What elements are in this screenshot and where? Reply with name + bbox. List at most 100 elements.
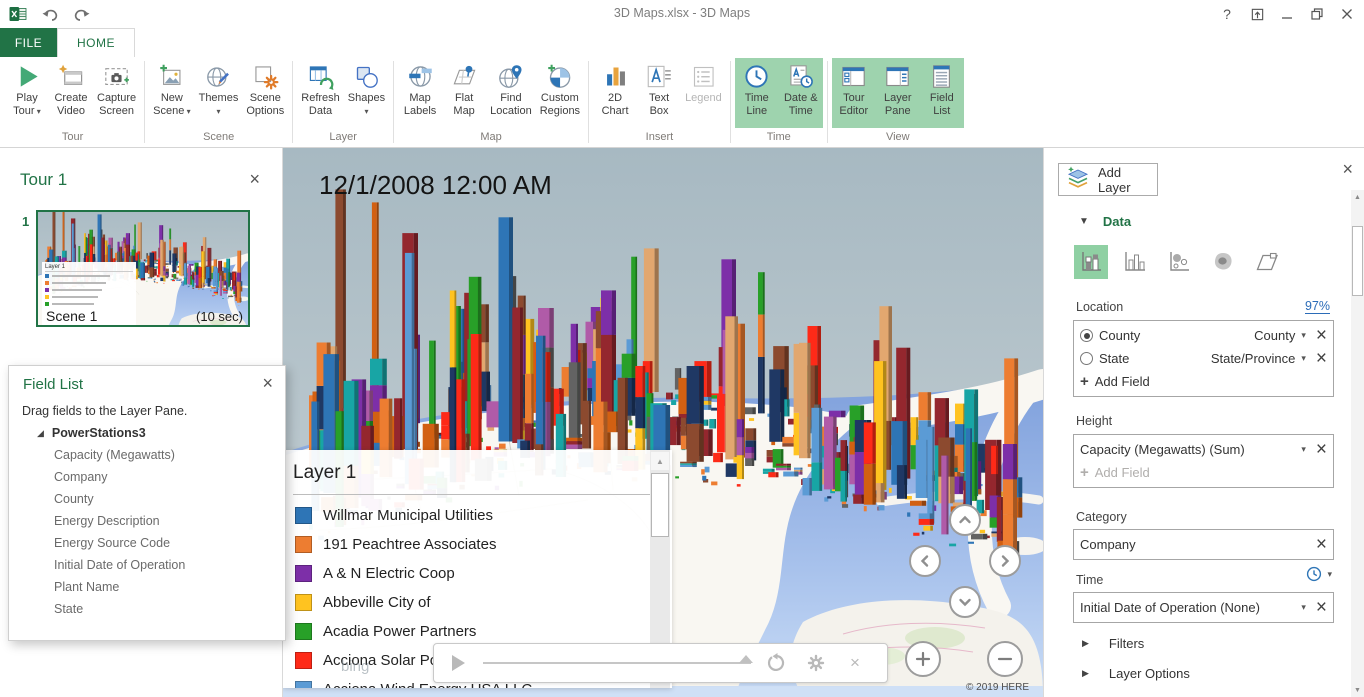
2d-chart-button[interactable]: 2D Chart (593, 58, 637, 128)
dropdown-caret-icon[interactable]: ▾ (184, 107, 191, 116)
zoom-in-button[interactable] (905, 641, 941, 677)
tour-editor-button[interactable]: Tour Editor (831, 58, 876, 128)
shapes-button[interactable]: Shapes ▾ (344, 58, 389, 128)
dropdown-caret-icon[interactable]: ▾ (1301, 602, 1306, 613)
field-item[interactable]: Energy Source Code (54, 536, 185, 558)
layer-options-section[interactable]: ▶ Layer Options (1082, 666, 1190, 681)
field-item[interactable]: Company (54, 470, 185, 492)
field-list-close-icon[interactable]: × (262, 374, 273, 392)
geocoding-percent-link[interactable]: 97% (1304, 299, 1330, 314)
flat-map-button[interactable]: Flat Map (442, 58, 486, 128)
help-icon[interactable]: ? (1216, 4, 1238, 24)
field-item[interactable]: State (54, 602, 185, 624)
new-scene-button[interactable]: New Scene ▾ (149, 58, 194, 128)
remove-field-icon[interactable]: × (1316, 326, 1327, 345)
titlebar: 3D Maps.xlsx - 3D Maps ? (0, 0, 1364, 28)
viz-type-bubble-button[interactable] (1162, 245, 1196, 279)
radio-selected-icon[interactable] (1080, 329, 1093, 342)
time-settings-control[interactable]: ▾ (1306, 566, 1332, 582)
location-add-field[interactable]: + Add Field (1080, 370, 1327, 393)
loop-icon[interactable] (764, 650, 790, 676)
filters-section[interactable]: ▶ Filters (1082, 636, 1144, 651)
text-box-button[interactable]: Text Box (637, 58, 681, 128)
time-line-button[interactable]: Time Line (734, 58, 779, 128)
field-list-panel[interactable]: Field List × Drag fields to the Layer Pa… (8, 365, 286, 641)
pan-up-button[interactable] (949, 504, 981, 536)
dropdown-caret-icon[interactable]: ▾ (1301, 353, 1306, 364)
layer-pane-button[interactable]: Layer Pane (875, 58, 920, 128)
scroll-thumb[interactable] (1352, 226, 1363, 296)
map-viewport[interactable]: 12/1/2008 12:00 AM bing © 2019 HERE Laye… (283, 148, 1043, 697)
viz-type-stacked-column-button[interactable] (1074, 245, 1108, 279)
location-dropdown-value[interactable]: State/Province (1211, 351, 1296, 366)
ribbon-display-options-icon[interactable] (1246, 4, 1268, 24)
category-field-row[interactable]: Company × (1080, 533, 1327, 556)
dropdown-caret-icon[interactable]: ▾ (1301, 330, 1306, 341)
minimize-icon[interactable] (1276, 4, 1298, 24)
height-add-field[interactable]: + Add Field (1080, 461, 1327, 484)
dropdown-caret-icon[interactable]: ▾ (364, 107, 368, 116)
pan-right-button[interactable] (989, 545, 1021, 577)
zoom-out-button[interactable] (987, 641, 1023, 677)
tab-home[interactable]: HOME (57, 28, 135, 57)
scroll-up-icon[interactable]: ▲ (1351, 190, 1364, 204)
playback-close-icon[interactable]: × (842, 650, 868, 676)
time-slider[interactable] (483, 655, 753, 664)
viz-type-clustered-column-button[interactable] (1118, 245, 1152, 279)
remove-field-icon[interactable]: × (1316, 349, 1327, 368)
field-item[interactable]: Energy Description (54, 514, 185, 536)
tour-pane-close-icon[interactable]: × (249, 170, 260, 188)
dropdown-caret-icon[interactable]: ▾ (216, 107, 220, 116)
pan-left-button[interactable] (909, 545, 941, 577)
legend-scroll-thumb[interactable] (651, 473, 669, 537)
pan-down-button[interactable] (949, 586, 981, 618)
location-row-county[interactable]: County County ▾ × (1080, 324, 1327, 347)
playback-settings-gear-icon[interactable] (803, 650, 829, 676)
radio-unselected-icon[interactable] (1080, 352, 1093, 365)
collapse-caret-icon[interactable]: ▼ (1079, 216, 1089, 227)
time-slider-thumb[interactable] (739, 655, 753, 663)
create-video-button[interactable]: Create Video (49, 58, 93, 128)
field-item[interactable]: Capacity (Megawatts) (54, 448, 185, 470)
expander-icon[interactable]: ◢ (37, 428, 44, 439)
legend-scroll-up-icon[interactable]: ▲ (651, 452, 669, 470)
height-field-row[interactable]: Capacity (Megawatts) (Sum) ▾ × (1080, 438, 1327, 461)
capture-screen-button[interactable]: Capture Screen (93, 58, 140, 128)
add-layer-button[interactable]: Add Layer (1058, 163, 1158, 196)
refresh-data-button[interactable]: Refresh Data (297, 58, 344, 128)
expand-caret-icon[interactable]: ▶ (1082, 668, 1089, 679)
expand-caret-icon[interactable]: ▶ (1082, 638, 1089, 649)
play-icon[interactable] (452, 655, 465, 671)
viz-type-heatmap-button[interactable] (1206, 245, 1240, 279)
date-time-button[interactable]: Date & Time (778, 58, 823, 128)
time-field-row[interactable]: Initial Date of Operation (None) ▾ × (1080, 596, 1327, 619)
play-tour-button[interactable]: Play Tour ▾ (5, 58, 49, 128)
layer-pane-close-icon[interactable]: × (1342, 160, 1353, 178)
field-list-table-node[interactable]: ◢ PowerStations3 (37, 426, 146, 440)
scene-thumbnail[interactable]: Layer 1 Scene 1 (10 sec) (36, 210, 250, 327)
field-list-button[interactable]: Field List (919, 58, 964, 128)
scene-options-button[interactable]: Scene Options (242, 58, 288, 128)
dropdown-caret-icon[interactable]: ▾ (35, 107, 41, 116)
data-section-header[interactable]: ▼ Data (1079, 214, 1131, 229)
remove-field-icon[interactable]: × (1316, 535, 1327, 554)
field-item[interactable]: Plant Name (54, 580, 185, 602)
layer-pane-scrollbar[interactable]: ▲ ▼ (1351, 190, 1364, 697)
remove-field-icon[interactable]: × (1316, 598, 1327, 617)
field-item[interactable]: Initial Date of Operation (54, 558, 185, 580)
viz-type-region-button[interactable] (1250, 245, 1284, 279)
dropdown-caret-icon[interactable]: ▾ (1327, 569, 1332, 580)
location-row-state[interactable]: State State/Province ▾ × (1080, 347, 1327, 370)
find-location-button[interactable]: Find Location (486, 58, 536, 128)
custom-regions-button[interactable]: Custom Regions (536, 58, 584, 128)
dropdown-caret-icon[interactable]: ▾ (1301, 444, 1306, 455)
map-labels-button[interactable]: Map Labels (398, 58, 442, 128)
close-icon[interactable] (1336, 4, 1358, 24)
remove-field-icon[interactable]: × (1316, 440, 1327, 459)
scroll-down-icon[interactable]: ▼ (1351, 683, 1364, 697)
tab-file[interactable]: FILE (0, 28, 57, 57)
restore-icon[interactable] (1306, 4, 1328, 24)
themes-button[interactable]: Themes ▾ (195, 58, 243, 128)
location-dropdown-value[interactable]: County (1254, 328, 1295, 343)
field-item[interactable]: County (54, 492, 185, 514)
